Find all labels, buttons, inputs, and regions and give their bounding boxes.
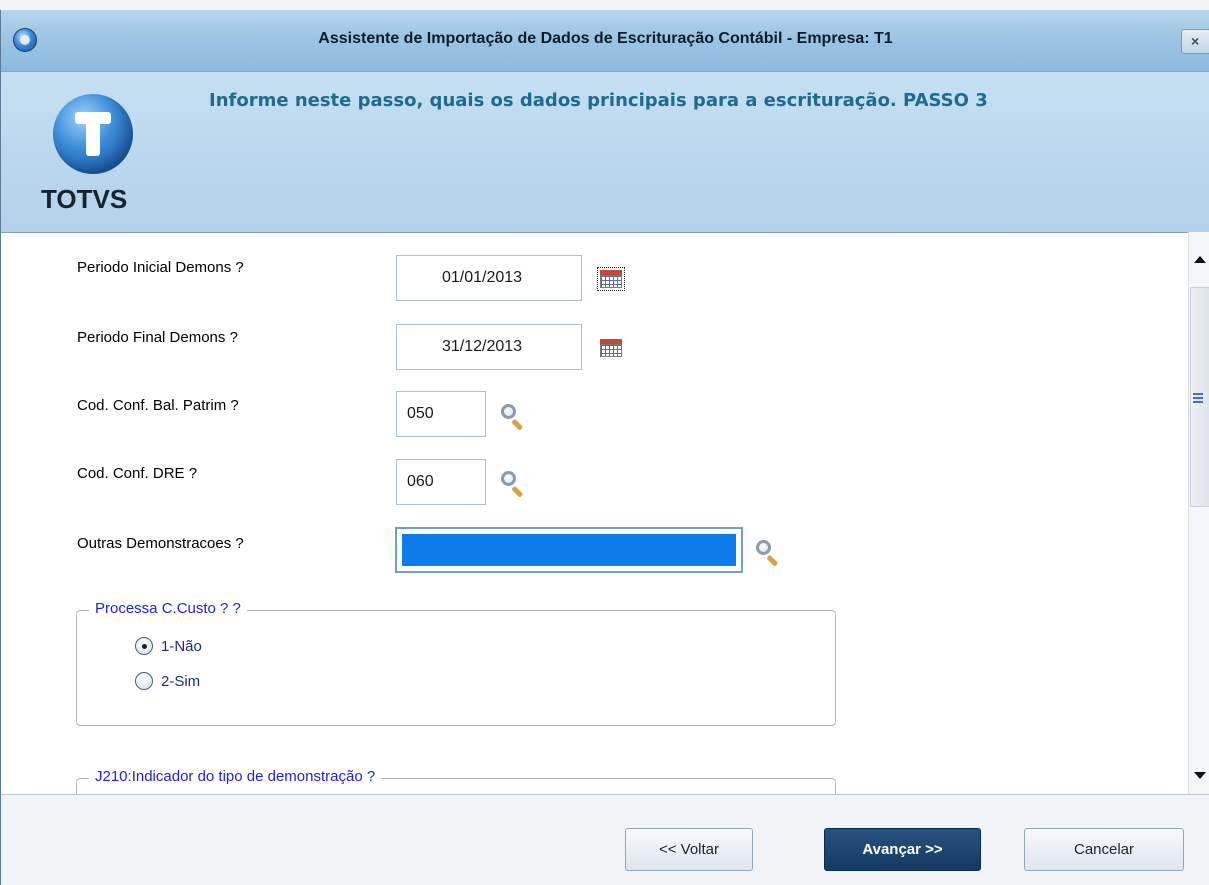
cod-bal-patrim-input[interactable]: 050: [396, 391, 486, 437]
globe-logo-icon: [53, 94, 133, 174]
selected-text-highlight: [402, 534, 736, 566]
vertical-scrollbar[interactable]: [1188, 232, 1209, 794]
radio-option-nao[interactable]: 1-Não: [135, 637, 202, 655]
radio-option-sim[interactable]: 2-Sim: [135, 672, 200, 690]
cod-dre-input[interactable]: 060: [396, 459, 486, 505]
button-bar: << Voltar Avançar >> Cancelar: [1, 794, 1209, 885]
processa-ccusto-legend: Processa C.Custo ? ?: [89, 600, 247, 617]
calendar-icon[interactable]: [597, 267, 625, 291]
close-button[interactable]: ×: [1181, 29, 1209, 54]
magnifier-icon[interactable]: [755, 539, 781, 567]
processa-ccusto-group: Processa C.Custo ? ? 1-Não 2-Sim: [76, 600, 836, 726]
radio-unchecked[interactable]: [135, 672, 153, 690]
radio-label: 1-Não: [161, 637, 202, 655]
periodo-final-input[interactable]: 31/12/2013: [396, 324, 582, 370]
cancel-button[interactable]: Cancelar: [1024, 828, 1184, 871]
radio-label: 2-Sim: [161, 672, 201, 690]
outras-demonstracoes-label: Outras Demonstracoes ?: [77, 535, 244, 552]
periodo-inicial-label: Periodo Inicial Demons ?: [77, 259, 244, 276]
cod-bal-patrim-label: Cod. Conf. Bal. Patrim ?: [77, 397, 239, 414]
scroll-down-arrow-icon[interactable]: [1194, 772, 1206, 779]
j210-legend: J210:Indicador do tipo de demonstração ?: [89, 768, 382, 785]
form-area: Periodo Inicial Demons ? 01/01/2013 Peri…: [1, 232, 1188, 794]
outras-demonstracoes-input[interactable]: [395, 527, 743, 573]
next-button[interactable]: Avançar >>: [824, 828, 981, 871]
magnifier-icon[interactable]: [500, 470, 526, 498]
wizard-window: Assistente de Importação de Dados de Esc…: [0, 10, 1209, 885]
calendar-icon[interactable]: [599, 338, 623, 358]
wizard-header: TOTVS Informe neste passo, quais os dado…: [1, 72, 1209, 232]
j210-group: J210:Indicador do tipo de demonstração ?: [76, 768, 836, 794]
magnifier-icon[interactable]: [500, 403, 526, 431]
totvs-logo: TOTVS: [41, 94, 151, 214]
scroll-thumb[interactable]: [1190, 287, 1209, 507]
window-title: Assistente de Importação de Dados de Esc…: [318, 30, 893, 47]
title-bar: Assistente de Importação de Dados de Esc…: [1, 10, 1209, 72]
brand-name: TOTVS: [41, 184, 128, 214]
step-instruction: Informe neste passo, quais os dados prin…: [209, 90, 988, 111]
cod-dre-label: Cod. Conf. DRE ?: [77, 465, 198, 482]
radio-checked[interactable]: [135, 637, 153, 655]
scroll-up-arrow-icon[interactable]: [1194, 256, 1206, 263]
periodo-inicial-input[interactable]: 01/01/2013: [396, 255, 582, 301]
top-strip: [0, 0, 1209, 10]
scroll-grip-icon: [1193, 393, 1203, 403]
back-button[interactable]: << Voltar: [625, 828, 753, 871]
periodo-final-label: Periodo Final Demons ?: [77, 329, 238, 346]
